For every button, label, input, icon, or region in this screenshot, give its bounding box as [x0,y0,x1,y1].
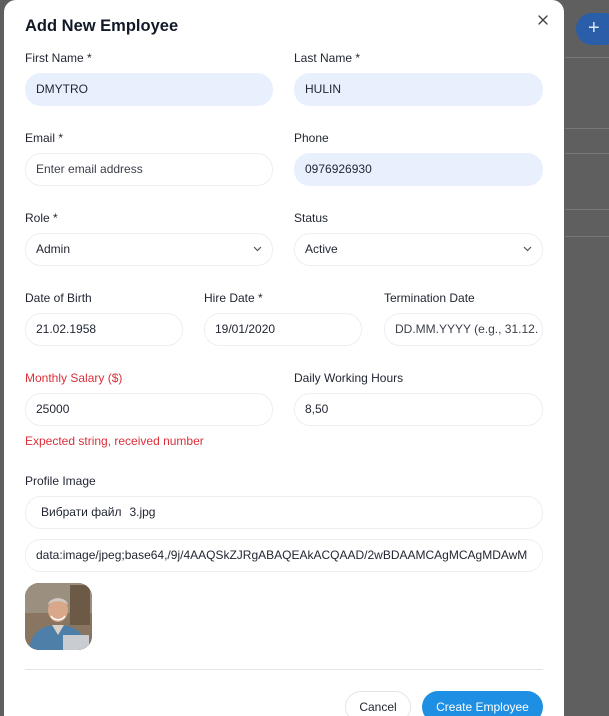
chevron-down-icon [253,234,262,265]
background-divider [565,153,609,154]
first-name-label: First Name * [25,51,92,65]
modal-title: Add New Employee [25,17,179,35]
email-input[interactable]: Enter email address [25,153,273,186]
choose-file-button[interactable]: Вибрати файл [41,505,121,519]
profile-image-preview [25,583,92,650]
daily-working-hours-input[interactable]: 8,50 [294,393,543,426]
background-add-button: + [576,13,609,45]
close-icon [538,15,548,25]
profile-image-url-input[interactable]: data:image/jpeg;base64,/9j/4AAQSkZJRgABA… [25,539,543,572]
footer-divider [25,669,543,670]
email-label: Email * [25,131,64,145]
role-select[interactable]: Admin [25,233,273,266]
background-divider [565,236,609,237]
status-select-value: Active [305,242,338,256]
cancel-button[interactable]: Cancel [345,691,411,716]
profile-image-label: Profile Image [25,474,96,488]
last-name-label: Last Name * [294,51,361,65]
hire-date-input[interactable]: 19/01/2020 [204,313,362,346]
monthly-salary-label: Monthly Salary ($) [25,371,123,385]
role-label: Role * [25,211,58,225]
daily-working-hours-label: Daily Working Hours [294,371,404,385]
date-of-birth-label: Date of Birth [25,291,92,305]
last-name-input[interactable]: HULIN [294,73,543,106]
first-name-input[interactable]: DMYTRO [25,73,273,106]
add-employee-modal: Add New Employee First Name * DMYTRO Las… [4,0,564,716]
phone-label: Phone [294,131,329,145]
role-select-value: Admin [36,242,71,256]
termination-date-label: Termination Date [384,291,475,305]
monthly-salary-input[interactable]: 25000 [25,393,273,426]
hire-date-label: Hire Date * [204,291,263,305]
background-divider [565,57,609,58]
status-label: Status [294,211,329,225]
status-select[interactable]: Active [294,233,543,266]
background-divider [565,128,609,129]
file-name: 3.jpg [129,505,156,519]
termination-date-input[interactable]: DD.MM.YYYY (e.g., 31.12. [384,313,543,346]
profile-image-file-input[interactable]: Вибрати файл 3.jpg [25,496,543,529]
phone-input[interactable]: 0976926930 [294,153,543,186]
close-button[interactable] [534,11,552,29]
monthly-salary-error: Expected string, received number [25,434,204,448]
create-employee-button[interactable]: Create Employee [422,691,543,716]
chevron-down-icon [523,234,532,265]
background-divider [565,209,609,210]
date-of-birth-input[interactable]: 21.02.1958 [25,313,183,346]
